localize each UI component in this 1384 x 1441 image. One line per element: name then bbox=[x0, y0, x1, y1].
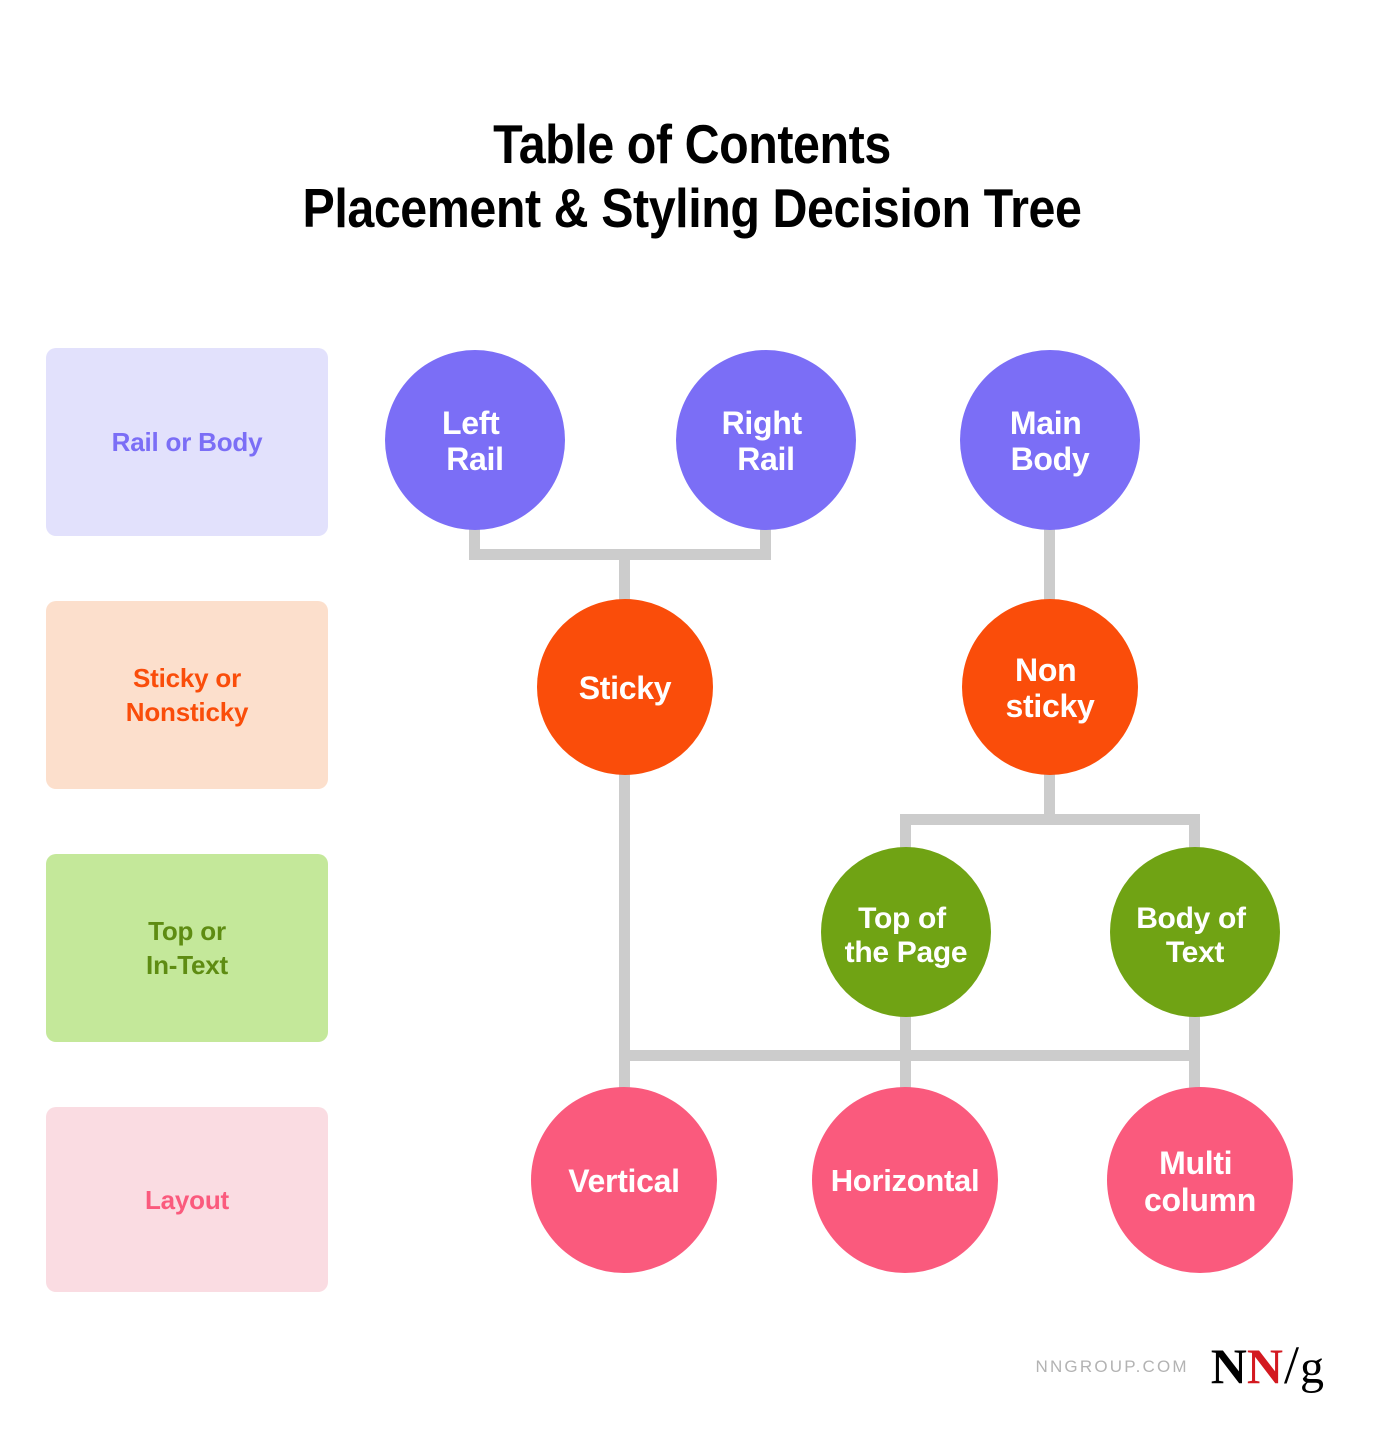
tree-node-right-rail[interactable]: Right Rail bbox=[676, 350, 856, 530]
node-label-left-rail: Left Rail bbox=[442, 405, 508, 477]
logo-slash: / bbox=[1283, 1335, 1299, 1395]
connector-top-of-page-up bbox=[900, 814, 911, 850]
logo-letter-g: g bbox=[1300, 1341, 1324, 1394]
infographic-page: Table of Contents Placement & Styling De… bbox=[0, 0, 1384, 1441]
tree-node-multi-column[interactable]: Multi column bbox=[1107, 1087, 1293, 1273]
logo-letter-n-red: N bbox=[1246, 1338, 1283, 1394]
node-label-vertical: Vertical bbox=[568, 1163, 679, 1199]
connector-green-crossbar bbox=[900, 814, 1200, 825]
tree-node-sticky[interactable]: Sticky bbox=[537, 599, 713, 775]
node-label-main-body: Main Body bbox=[1010, 405, 1090, 477]
footer-url: NNGROUP.COM bbox=[1035, 1356, 1189, 1376]
nng-logo: N N / g bbox=[1210, 1335, 1324, 1395]
tree-node-non-sticky[interactable]: Non sticky bbox=[962, 599, 1138, 775]
node-label-top-of-the-page: Top of the Page bbox=[845, 902, 968, 969]
decision-tree-diagram: Left Rail Right Rail Main Body Sticky No… bbox=[385, 350, 1293, 1273]
tree-node-main-body[interactable]: Main Body bbox=[960, 350, 1140, 530]
tree-node-vertical[interactable]: Vertical bbox=[531, 1087, 717, 1273]
tree-node-left-rail[interactable]: Left Rail bbox=[385, 350, 565, 530]
footer: NNGROUP.COM N N / g bbox=[1035, 1335, 1324, 1395]
connector-body-of-text-up bbox=[1189, 814, 1200, 850]
tree-node-horizontal[interactable]: Horizontal bbox=[812, 1087, 998, 1273]
node-label-horizontal: Horizontal bbox=[831, 1163, 980, 1198]
connector-main-body-down bbox=[1044, 520, 1055, 612]
connector-sticky-down bbox=[619, 762, 630, 1060]
node-label-non-sticky: Non sticky bbox=[1006, 652, 1095, 724]
tree-node-top-of-the-page[interactable]: Top of the Page bbox=[821, 847, 991, 1017]
connector-lines bbox=[469, 520, 1200, 1100]
logo-letter-n-black: N bbox=[1210, 1338, 1247, 1394]
node-label-sticky: Sticky bbox=[579, 670, 672, 706]
tree-node-body-of-text[interactable]: Body of Text bbox=[1110, 847, 1280, 1017]
node-label-multi-column: Multi column bbox=[1144, 1145, 1256, 1218]
